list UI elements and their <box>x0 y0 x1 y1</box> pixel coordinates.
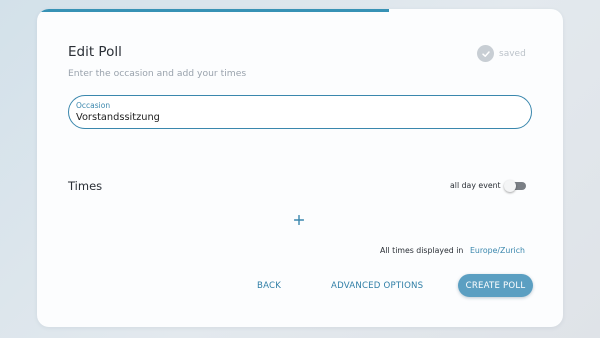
page-subtitle: Enter the occasion and add your times <box>68 68 247 79</box>
timezone-label: All times displayed in <box>380 246 464 255</box>
edit-poll-card: Edit Poll Enter the occasion and add you… <box>37 9 563 327</box>
timezone-link[interactable]: Europe/Zurich <box>470 246 525 255</box>
saved-status: saved <box>477 45 526 62</box>
page-title: Edit Poll <box>68 44 122 60</box>
all-day-label: all day event <box>450 181 501 190</box>
advanced-options-button[interactable]: ADVANCED OPTIONS <box>331 281 423 291</box>
add-time-button[interactable] <box>290 210 308 228</box>
all-day-toggle[interactable] <box>504 180 526 192</box>
progress-bar <box>37 9 563 12</box>
occasion-input[interactable] <box>76 112 516 123</box>
progress-bar-fill <box>37 9 390 12</box>
occasion-field[interactable]: Occasion <box>68 95 532 129</box>
times-heading: Times <box>68 179 103 193</box>
back-button[interactable]: BACK <box>257 281 281 291</box>
saved-label: saved <box>499 48 526 59</box>
check-icon <box>477 45 494 62</box>
plus-icon <box>293 210 305 229</box>
toggle-thumb <box>504 180 516 192</box>
occasion-label: Occasion <box>76 101 111 110</box>
create-poll-button[interactable]: CREATE POLL <box>458 274 533 297</box>
